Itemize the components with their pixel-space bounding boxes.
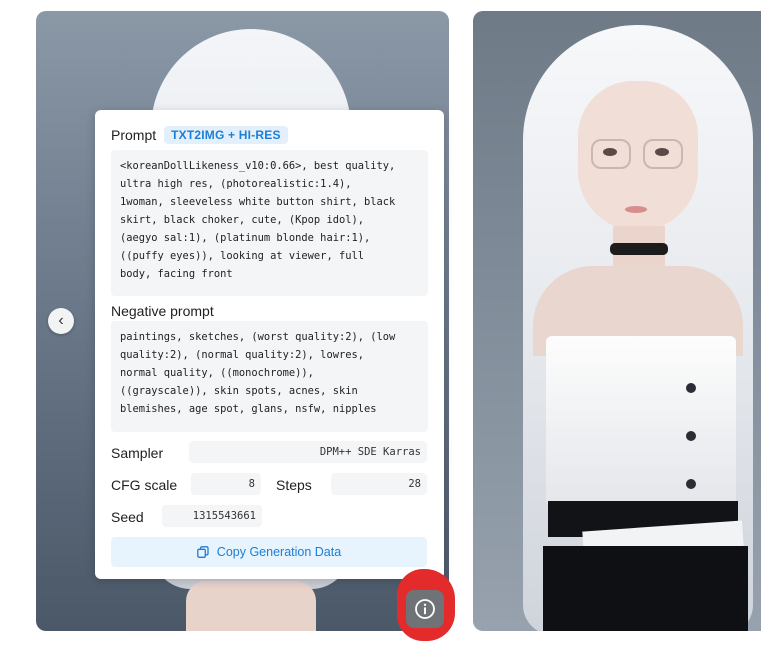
image-figure-glasses [643,139,683,169]
steps-value: 28 [331,473,427,495]
gallery-image-2[interactable] [473,11,761,631]
seed-label: Seed [111,509,144,525]
copy-icon [196,546,209,558]
prompt-text[interactable]: <koreanDollLikeness_v10:0.66>, best qual… [111,150,428,296]
prompt-label: Prompt [111,127,157,143]
info-circle-icon [415,599,435,619]
image-figure-skirt [543,546,748,631]
negative-prompt-label: Negative prompt [111,303,214,319]
seed-value: 1315543661 [162,505,262,527]
chevron-left-icon: ‹ [58,312,64,329]
generation-data-panel: Prompt TXT2IMG + HI-RES <koreanDollLiken… [95,110,444,579]
info-button[interactable] [406,590,444,628]
negative-prompt-text[interactable]: paintings, sketches, (worst quality:2), … [111,321,428,432]
sampler-label: Sampler [111,445,164,461]
image-figure-button [686,479,696,489]
copy-generation-data-label: Copy Generation Data [216,545,342,559]
mode-badge: TXT2IMG + HI-RES [164,126,288,144]
image-figure-neck [186,581,316,631]
copy-generation-data-button[interactable]: Copy Generation Data [111,537,427,567]
cfg-scale-value: 8 [191,473,261,495]
image-figure-lips [625,206,647,213]
cfg-scale-label: CFG scale [111,477,178,493]
image-figure-glasses [591,139,631,169]
prompt-header: Prompt TXT2IMG + HI-RES [111,126,288,144]
steps-label: Steps [276,477,312,493]
image-figure-button [686,383,696,393]
image-figure-top [546,336,736,506]
image-figure-choker [610,243,668,255]
sampler-value: DPM++ SDE Karras [189,441,427,463]
image-figure-button [686,431,696,441]
prev-image-button[interactable]: ‹ [48,308,74,334]
